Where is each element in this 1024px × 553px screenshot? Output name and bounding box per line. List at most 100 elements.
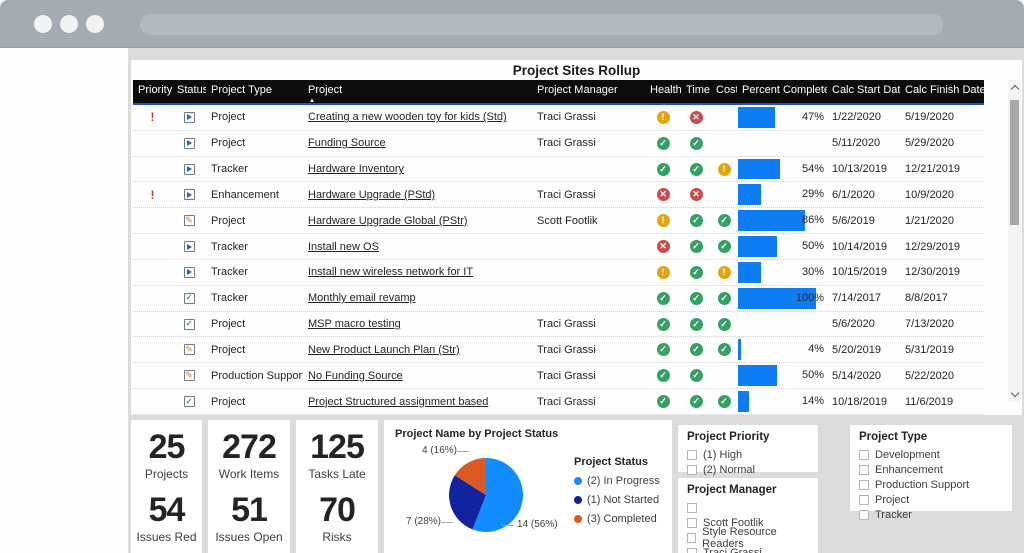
- window-control-dot[interactable]: [34, 15, 52, 33]
- finish-cell: 8/8/2017: [900, 286, 984, 311]
- table-row[interactable]: ✓ProjectProject Structured assignment ba…: [133, 389, 984, 415]
- table-row[interactable]: TrackerHardware Inventory✓✓!54%10/13/201…: [133, 157, 984, 183]
- table-row[interactable]: ✎ProjectHardware Upgrade Global (PStr)Sc…: [133, 208, 984, 234]
- column-header-percent-complete[interactable]: Percent Complete: [737, 80, 827, 103]
- column-header-health[interactable]: Health: [645, 80, 681, 103]
- project-link[interactable]: Funding Source: [308, 137, 386, 149]
- filter-option[interactable]: Project: [859, 492, 1003, 507]
- column-header-priority[interactable]: Priority: [133, 80, 172, 103]
- filter-option[interactable]: Enhancement: [859, 462, 1003, 477]
- column-header-calc-finish-date[interactable]: Calc Finish Date: [900, 80, 984, 103]
- checkbox-icon[interactable]: [859, 480, 869, 490]
- table-row[interactable]: ✓ProjectMSP macro testingTraci Grassi✓✓✓…: [133, 312, 984, 338]
- checkbox-icon[interactable]: [687, 450, 697, 460]
- window-control-dot[interactable]: [60, 15, 78, 33]
- table-row[interactable]: ProjectFunding SourceTraci Grassi✓✓5/11/…: [133, 131, 984, 157]
- checkbox-icon[interactable]: [859, 495, 869, 505]
- filter-option[interactable]: [687, 500, 809, 515]
- table-row[interactable]: !EnhancementHardware Upgrade (PStd)Traci…: [133, 182, 984, 208]
- edit-icon: ✎: [184, 215, 195, 226]
- project-link[interactable]: Install new OS: [308, 241, 379, 253]
- filter-option[interactable]: Style Resource Readers: [687, 530, 809, 545]
- filter-option[interactable]: Tracker: [859, 507, 1003, 522]
- manager-cell: [532, 157, 645, 182]
- project-link[interactable]: Project Structured assignment based: [308, 396, 488, 408]
- filter-card-project-priority: Project Priority(1) High(2) Normal: [678, 425, 818, 472]
- health-error-icon: ✕: [657, 240, 670, 253]
- table-row[interactable]: ✎ProjectNew Product Launch Plan (Str)Tra…: [133, 337, 984, 363]
- column-header-project-manager[interactable]: Project Manager: [532, 80, 645, 103]
- page-margin-left: [0, 48, 128, 553]
- finish-cell: 10/9/2020: [900, 182, 984, 207]
- scroll-up-icon[interactable]: [1010, 85, 1018, 93]
- project-link[interactable]: Monthly email revamp: [308, 292, 416, 304]
- table-row[interactable]: ✓TrackerMonthly email revamp✓✓✓100%7/14/…: [133, 286, 984, 312]
- table-row[interactable]: ✎Production SupportNo Funding SourceTrac…: [133, 363, 984, 389]
- project-link[interactable]: Install new wireless network for IT: [308, 266, 473, 278]
- pct-cell: 50%: [737, 234, 827, 259]
- type-cell: Tracker: [206, 260, 303, 285]
- percent-complete-bar: [738, 262, 761, 283]
- checkbox-icon[interactable]: [687, 503, 697, 513]
- scrollbar-thumb[interactable]: [1010, 100, 1019, 225]
- table-row[interactable]: ! Project Creating a new wooden toy for ki…: [133, 105, 984, 131]
- filter-option[interactable]: Development: [859, 447, 1003, 462]
- filter-option[interactable]: (2) Normal: [687, 462, 809, 477]
- kpi-value: 272: [208, 430, 290, 464]
- project-link[interactable]: Creating a new wooden toy for kids (Std): [308, 111, 507, 123]
- filter-option-label: Production Support: [875, 479, 969, 491]
- checkbox-icon[interactable]: [859, 510, 869, 520]
- legend-item[interactable]: (2) In Progress: [574, 475, 660, 487]
- kpi-label: Issues Open: [208, 530, 290, 544]
- column-header-project-type[interactable]: Project Type: [206, 80, 303, 103]
- percent-complete-bar: [738, 184, 761, 205]
- project-link[interactable]: No Funding Source: [308, 370, 403, 382]
- column-header-calc-start-date[interactable]: Calc Start Date: [827, 80, 900, 103]
- checkbox-icon[interactable]: [687, 533, 696, 543]
- priority-cell: !: [133, 105, 172, 130]
- manager-cell: Traci Grassi: [532, 182, 645, 207]
- project-link[interactable]: Hardware Upgrade (PStd): [308, 189, 435, 201]
- cost-cell: ✓: [711, 389, 737, 414]
- table-row[interactable]: Tracker Install new wireless network for …: [133, 260, 984, 286]
- scroll-down-icon[interactable]: [1010, 389, 1018, 397]
- pie-chart: [447, 456, 525, 534]
- kpi-card-row: 25Projects54Issues Red272Work Items51Iss…: [131, 420, 378, 553]
- column-header-status[interactable]: Status: [172, 80, 206, 103]
- type-cell: Enhancement: [206, 182, 303, 207]
- legend-item[interactable]: (1) Not Started: [574, 494, 660, 506]
- table-row[interactable]: TrackerInstall new OS✕✓✓50%10/14/201912/…: [133, 234, 984, 260]
- time-ok-icon: ✓: [690, 266, 703, 279]
- project-link[interactable]: Hardware Inventory: [308, 163, 404, 175]
- checkbox-icon[interactable]: [687, 548, 697, 553]
- window-control-dot[interactable]: [86, 15, 104, 33]
- checkbox-icon[interactable]: [687, 518, 697, 528]
- column-header-time[interactable]: Time: [681, 80, 711, 103]
- cost-cell: ✓: [711, 337, 737, 362]
- time-cell: ✓: [681, 286, 711, 311]
- column-header-cost[interactable]: Cost: [711, 80, 737, 103]
- type-cell: Project: [206, 105, 303, 130]
- health-cell: ✓: [645, 286, 681, 311]
- health-cell: ✕: [645, 182, 681, 207]
- project-cell: Install new wireless network for IT: [303, 260, 532, 285]
- table-scrollbar[interactable]: [1008, 80, 1021, 402]
- address-bar[interactable]: [140, 14, 943, 35]
- filter-option[interactable]: (1) High: [687, 447, 809, 462]
- filter-option[interactable]: Production Support: [859, 477, 1003, 492]
- legend-item[interactable]: (3) Completed: [574, 513, 660, 525]
- checkbox-icon[interactable]: [859, 450, 869, 460]
- project-link[interactable]: New Product Launch Plan (Str): [308, 344, 460, 356]
- finish-cell: 11/6/2019: [900, 389, 984, 414]
- checkbox-icon[interactable]: [687, 465, 697, 475]
- project-link[interactable]: Hardware Upgrade Global (PStr): [308, 215, 468, 227]
- priority-cell: [133, 363, 172, 388]
- project-link[interactable]: MSP macro testing: [308, 318, 401, 330]
- column-header-project[interactable]: Project▲: [303, 80, 532, 103]
- type-cell: Tracker: [206, 234, 303, 259]
- checkbox-icon[interactable]: [859, 465, 869, 475]
- health-cell: ✓: [645, 157, 681, 182]
- status-cell: ✓: [172, 389, 206, 414]
- finish-cell: 12/21/2019: [900, 157, 984, 182]
- cost-cell: !: [711, 157, 737, 182]
